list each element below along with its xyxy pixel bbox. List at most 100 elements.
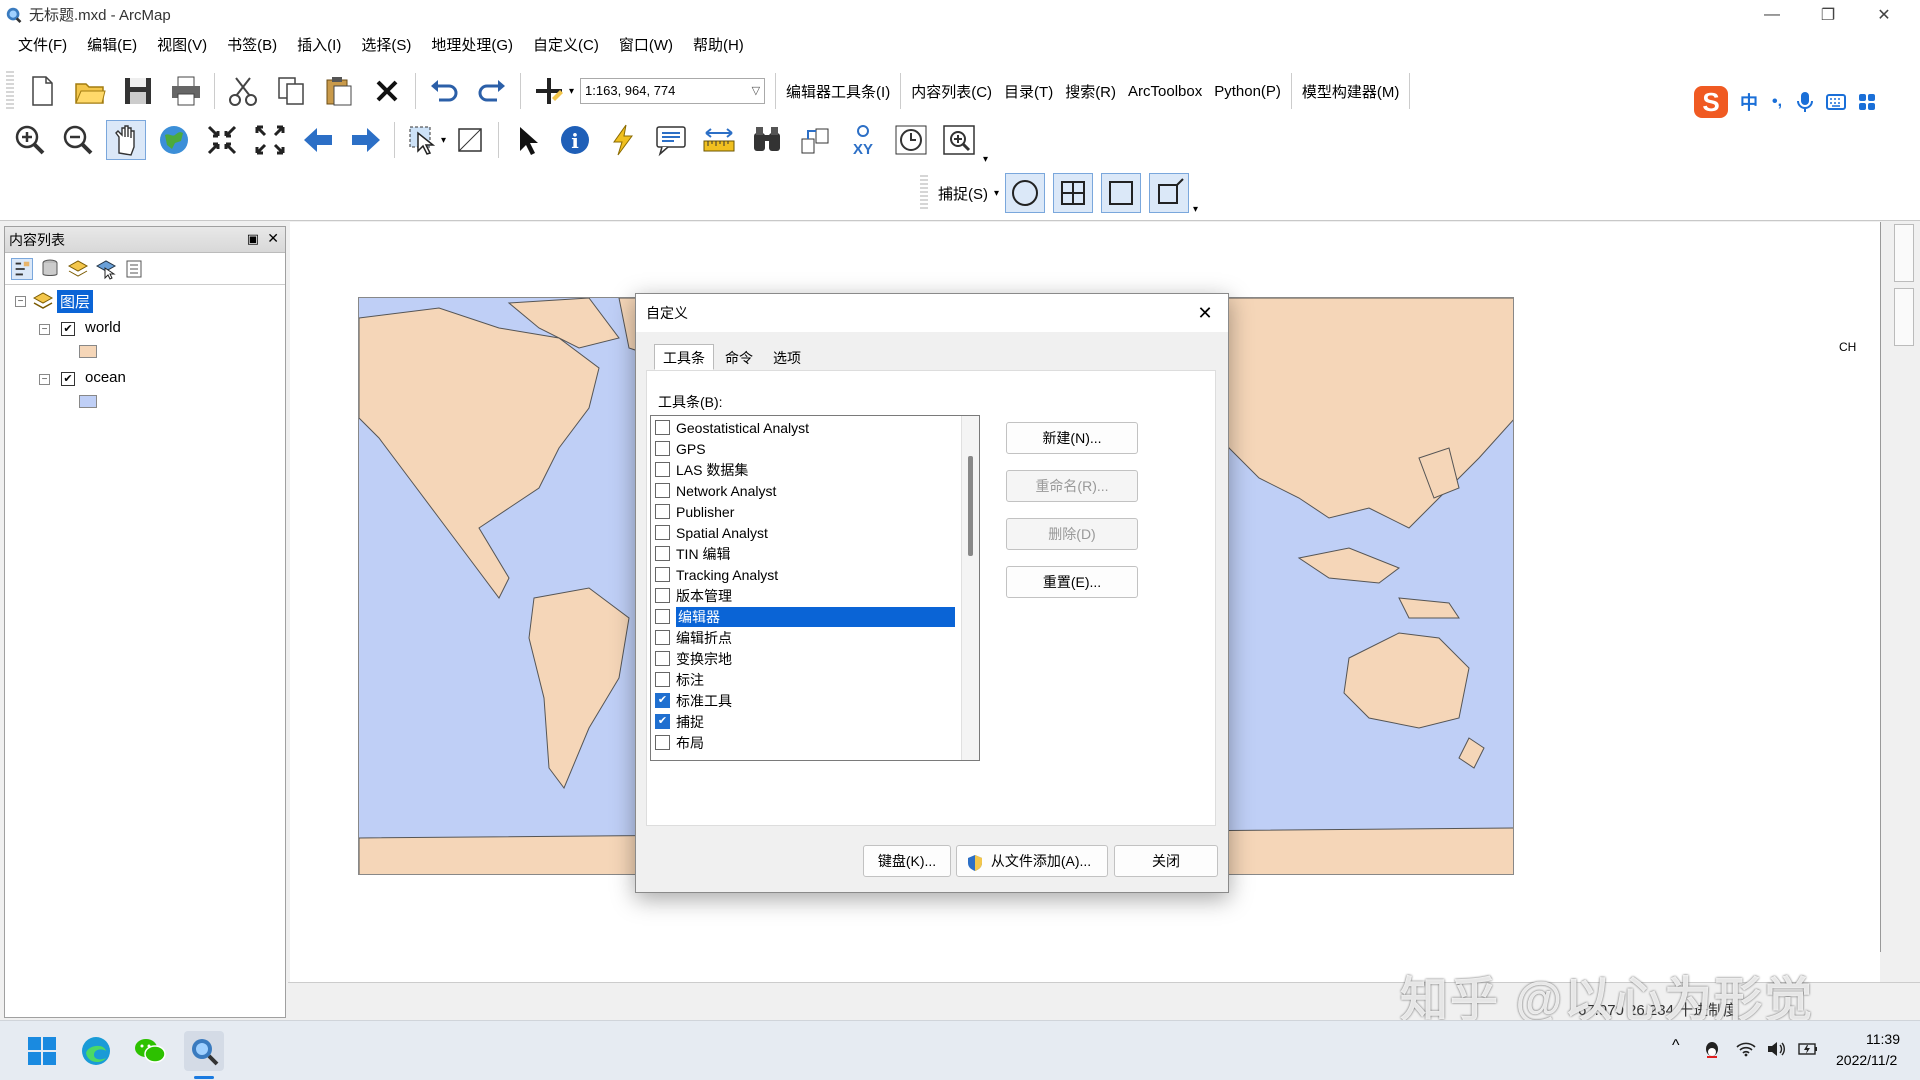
list-item[interactable]: 布局 xyxy=(655,732,955,753)
keyboard-icon[interactable] xyxy=(1826,94,1847,110)
toolbar-table-of-contents[interactable]: 内容列表(C) xyxy=(905,81,998,102)
toolbar-search[interactable]: 搜索(R) xyxy=(1059,81,1122,102)
hyperlink-icon[interactable] xyxy=(603,120,643,160)
delete-icon[interactable] xyxy=(367,71,407,111)
end-snapping-icon[interactable] xyxy=(1053,173,1094,213)
zoom-in-icon[interactable] xyxy=(10,120,50,160)
list-item-selected[interactable]: 编辑器 xyxy=(655,606,955,627)
list-item-checkbox[interactable] xyxy=(655,441,670,456)
list-item-checkbox[interactable] xyxy=(655,420,670,435)
back-extent-icon[interactable] xyxy=(298,120,338,160)
measure-icon[interactable] xyxy=(699,120,739,160)
list-item-checkbox[interactable] xyxy=(655,735,670,750)
options-icon[interactable] xyxy=(123,258,145,280)
microphone-icon[interactable] xyxy=(1796,91,1814,113)
tab-commands[interactable]: 命令 xyxy=(716,344,762,370)
close-dialog-button[interactable]: 关闭 xyxy=(1114,845,1218,877)
list-item-checkbox[interactable]: ✔ xyxy=(655,693,670,708)
menu-geoprocessing[interactable]: 地理处理(G) xyxy=(421,29,523,63)
ime-toolbox-icon[interactable] xyxy=(1858,93,1876,111)
fixed-zoom-out-icon[interactable] xyxy=(250,120,290,160)
menu-selection[interactable]: 选择(S) xyxy=(351,29,421,63)
list-item[interactable]: ✔ 标准工具 xyxy=(655,690,955,711)
list-item-checkbox[interactable] xyxy=(655,504,670,519)
toolbar-grip[interactable] xyxy=(920,175,928,211)
snapping-menu[interactable]: 捕捉(S) xyxy=(932,183,994,204)
copy-icon[interactable] xyxy=(271,71,311,111)
list-item[interactable]: Network Analyst xyxy=(655,480,955,501)
toolbar-arctoolbox[interactable]: ArcToolbox xyxy=(1122,83,1208,100)
menu-view[interactable]: 视图(V) xyxy=(147,29,217,63)
toc-float-icon[interactable]: ▣ xyxy=(247,231,259,247)
fixed-zoom-in-icon[interactable] xyxy=(202,120,242,160)
ime-language-indicator[interactable]: CH xyxy=(1839,340,1856,354)
minimize-button[interactable]: — xyxy=(1744,0,1800,29)
list-item[interactable]: GPS xyxy=(655,438,955,459)
select-elements-icon[interactable] xyxy=(507,120,547,160)
menu-help[interactable]: 帮助(H) xyxy=(683,29,754,63)
open-folder-icon[interactable] xyxy=(70,71,110,111)
list-item[interactable]: 编辑折点 xyxy=(655,627,955,648)
add-data-dropdown-icon[interactable]: ▾ xyxy=(569,86,574,97)
list-item-checkbox[interactable] xyxy=(655,609,670,624)
windows-start-icon[interactable] xyxy=(22,1031,62,1071)
zoom-out-icon[interactable] xyxy=(58,120,98,160)
list-item[interactable]: 变换宗地 xyxy=(655,648,955,669)
toolbar-catalog[interactable]: 目录(T) xyxy=(998,81,1059,102)
list-item-checkbox[interactable] xyxy=(655,651,670,666)
select-features-icon[interactable] xyxy=(403,120,443,160)
list-item-checkbox[interactable] xyxy=(655,483,670,498)
collapse-icon[interactable]: − xyxy=(39,324,50,335)
chevron-down-icon[interactable]: ▾ xyxy=(994,188,999,199)
list-item[interactable]: LAS 数据集 xyxy=(655,459,955,480)
menu-edit[interactable]: 编辑(E) xyxy=(77,29,147,63)
ime-punctuation-mode[interactable]: •, xyxy=(1772,93,1782,111)
reset-toolbar-button[interactable]: 重置(E)... xyxy=(1006,566,1138,598)
list-item[interactable]: TIN 编辑 xyxy=(655,543,955,564)
save-icon[interactable] xyxy=(118,71,158,111)
print-icon[interactable] xyxy=(166,71,206,111)
find-route-icon[interactable] xyxy=(795,120,835,160)
menu-bookmarks[interactable]: 书签(B) xyxy=(217,29,287,63)
list-by-source-icon[interactable] xyxy=(39,258,61,280)
list-item[interactable]: Geostatistical Analyst xyxy=(655,417,955,438)
wechat-icon[interactable] xyxy=(130,1031,170,1071)
toolbar-python[interactable]: Python(P) xyxy=(1208,83,1287,100)
list-item-checkbox[interactable] xyxy=(655,462,670,477)
list-item-checkbox[interactable] xyxy=(655,672,670,687)
list-by-selection-icon[interactable] xyxy=(95,258,117,280)
menu-windows[interactable]: 窗口(W) xyxy=(609,29,683,63)
arcmap-taskbar-icon[interactable] xyxy=(184,1031,224,1071)
qq-tray-icon[interactable] xyxy=(1704,1041,1720,1059)
time-slider-icon[interactable] xyxy=(891,120,931,160)
list-item-checkbox[interactable] xyxy=(655,546,670,561)
layer-world-checkbox[interactable]: ✔ xyxy=(61,322,75,336)
clock-date[interactable]: 2022/11/2 xyxy=(1836,1052,1897,1068)
clock-time[interactable]: 11:39 xyxy=(1866,1031,1900,1047)
list-item[interactable]: 标注 xyxy=(655,669,955,690)
restore-button[interactable]: ❐ xyxy=(1800,0,1856,29)
paste-icon[interactable] xyxy=(319,71,359,111)
list-item-checkbox[interactable] xyxy=(655,588,670,603)
keyboard-button[interactable]: 键盘(K)... xyxy=(863,845,951,877)
toolbars-list[interactable]: Geostatistical Analyst GPS LAS 数据集 Netwo… xyxy=(650,415,980,761)
list-item[interactable]: ✔ 捕捉 xyxy=(655,711,955,732)
list-item-checkbox[interactable]: ✔ xyxy=(655,714,670,729)
layer-ocean-label[interactable]: ocean xyxy=(85,369,126,386)
full-extent-icon[interactable] xyxy=(154,120,194,160)
vertex-snapping-icon[interactable] xyxy=(1101,173,1142,213)
layer-world-symbol[interactable] xyxy=(79,345,97,358)
list-item[interactable]: Spatial Analyst xyxy=(655,522,955,543)
forward-extent-icon[interactable] xyxy=(346,120,386,160)
list-item[interactable]: Publisher xyxy=(655,501,955,522)
go-to-xy-icon[interactable]: XY xyxy=(843,120,883,160)
map-scale-combobox[interactable]: 1:163, 964, 774 ▽ xyxy=(580,78,766,104)
find-icon[interactable] xyxy=(747,120,787,160)
identify-icon[interactable]: i xyxy=(555,120,595,160)
layer-ocean-symbol[interactable] xyxy=(79,395,97,408)
list-by-visibility-icon[interactable] xyxy=(67,258,89,280)
collapse-icon[interactable]: − xyxy=(15,296,26,307)
list-scrollbar[interactable] xyxy=(961,416,979,760)
collapse-icon[interactable]: − xyxy=(39,374,50,385)
add-data-icon[interactable] xyxy=(529,71,569,111)
